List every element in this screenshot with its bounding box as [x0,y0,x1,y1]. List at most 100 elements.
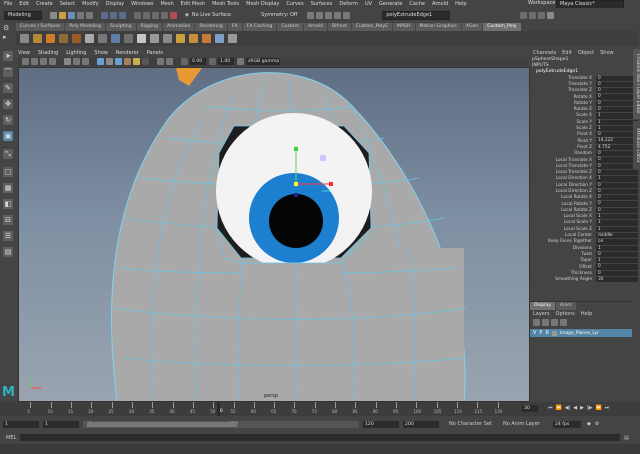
shelf-reduce-icon[interactable] [189,34,198,43]
time-slider[interactable]: 5 10 15 20 25 30 35 40 45 50 55 60 65 70 75 80 85 90 95 100… [0,402,640,416]
shelf-tab-xgen[interactable]: XGen [461,23,483,31]
layer-name[interactable]: Image_Planes_Lyr [560,331,599,336]
hypershade-icon[interactable] [343,11,351,19]
attribute-row[interactable]: Rotate X0 [530,94,640,100]
attribute-value[interactable]: 1 [596,226,638,232]
anim-prefs-icon[interactable]: ⚙ [595,421,599,427]
attribute-value[interactable]: middle [596,232,638,239]
menu-deform[interactable]: Deform [339,1,358,7]
attribute-row[interactable]: Local Direction Z0 [530,188,640,195]
layer-menu-options[interactable]: Options [556,311,575,317]
attribute-value[interactable]: 1 [596,245,638,251]
attribute-label[interactable]: Taper [530,258,596,263]
side-tab-channel-box[interactable]: Channel Box / Layer Editor [633,49,640,119]
attribute-value[interactable]: 0 [596,106,638,113]
attribute-label[interactable]: Translate Y [530,82,596,87]
snap-curve-icon[interactable] [143,11,150,19]
range-slider[interactable]: 1 120 [83,420,359,428]
move-layer-down-icon[interactable] [542,319,549,326]
menu-curves[interactable]: Curves [286,1,303,7]
attribute-label[interactable]: Local Scale Y [530,220,596,225]
attribute-row[interactable]: Pivot Z 4.752 [530,144,640,151]
menu-mesh-tools[interactable]: Mesh Tools [212,1,239,7]
shelf-tab-arnold[interactable]: Arnold [304,23,327,31]
channel-menu-show[interactable]: Show [600,50,614,56]
last-tool-icon[interactable]: ⤡ [3,149,13,159]
attribute-label[interactable]: Scale Y [530,120,596,125]
attribute-value[interactable]: 0 [596,157,638,163]
playback-end-field[interactable]: 120 [363,420,399,428]
current-frame-field[interactable]: 30 [522,405,538,412]
auto-key-icon[interactable]: ◆ [587,421,591,427]
open-scene-icon[interactable] [59,11,66,19]
redo-icon[interactable] [86,11,93,19]
camera-select-icon[interactable] [22,58,29,65]
attribute-row[interactable]: Rotate Z0 [530,106,640,113]
attribute-row[interactable]: Local Scale X1 [530,214,640,220]
fps-dropdown[interactable]: 24 fps [553,420,581,428]
snap-point-icon[interactable] [152,11,159,19]
shadows-icon[interactable] [142,58,149,65]
menu-edit[interactable]: Edit [19,1,29,7]
shelf-tab-fx-caching[interactable]: FX Caching [242,23,277,31]
paint-select-icon[interactable]: ✎ [3,83,13,93]
attribute-label[interactable]: Local Translate Z [530,170,596,175]
attribute-editor-icon[interactable] [529,11,537,19]
attribute-label[interactable]: Local Rotate Y [530,202,596,207]
tab-anim[interactable]: Anim [555,302,576,310]
layer-row[interactable]: V P R Image_Planes_Lyr [530,329,632,337]
live-surface-icon[interactable]: ◈ [185,12,189,18]
lights-icon[interactable] [133,58,140,65]
character-set-dropdown[interactable]: No Character Set [449,421,497,427]
attribute-value[interactable]: 1 [596,220,638,226]
magnet-icon[interactable] [170,11,177,19]
panel-menu-panels[interactable]: Panels [147,50,163,56]
attribute-row[interactable]: Local Scale Z1 [530,226,640,232]
attribute-row[interactable]: Local Direction X1 [530,176,640,182]
attribute-row[interactable]: Divisions 1 [530,245,640,251]
attribute-label[interactable]: Rotate X [530,95,596,100]
channel-menu-object[interactable]: Object [578,50,594,56]
shelf-tab-custom-poly[interactable]: Custom_Poly [483,23,521,31]
attribute-row[interactable]: Local Rotate Y0 [530,201,640,207]
attribute-label[interactable]: Translate Z [530,88,596,93]
select-hierarchy-icon[interactable] [101,11,108,19]
attribute-label[interactable]: Pivot Y [530,139,596,144]
attribute-row[interactable]: Local Scale Y1 [530,220,640,226]
attribute-label[interactable]: Local Direction Y [530,183,596,188]
play-forward-icon[interactable]: ▶ [580,405,584,411]
textured-icon[interactable] [124,58,131,65]
undo-icon[interactable] [77,11,84,19]
channel-box-icon[interactable] [547,11,555,19]
attribute-row[interactable]: Offset 0 [530,264,640,270]
menu-arnold[interactable]: Arnold [432,1,448,7]
channel-menu-edit[interactable]: Edit [562,50,572,56]
shelf-bridge-icon[interactable] [33,34,42,43]
attribute-label[interactable]: Random [530,151,596,156]
script-editor-icon[interactable]: ▤ [624,435,629,441]
attribute-value[interactable]: 0 [596,94,638,100]
shelf-tab-animation[interactable]: Animation [162,23,195,31]
xray-icon[interactable] [157,58,164,65]
shelf-mirror-icon[interactable] [98,34,107,43]
attribute-row[interactable]: Thickness 0 [530,270,640,276]
menu-generate[interactable]: Generate [379,1,402,7]
playhead[interactable] [217,402,220,416]
attribute-value[interactable]: on [596,239,638,245]
attribute-value[interactable]: 0 [596,100,638,106]
attribute-label[interactable]: Local Scale Z [530,227,596,232]
attribute-label[interactable]: Local Rotate Z [530,208,596,213]
go-end-icon[interactable]: ⏭ [605,405,610,411]
attribute-value[interactable]: 14.222 [596,138,638,144]
start-time-field[interactable]: 1 [3,420,39,428]
shelf-tab-curves-surfaces[interactable]: Curves / Surfaces [16,23,65,31]
attribute-label[interactable]: Divisions [530,246,596,251]
shelf-bevel-icon[interactable] [46,34,55,43]
shelf-tab-rigging[interactable]: Rigging [136,23,162,31]
color-management-icon[interactable] [237,58,244,65]
attribute-label[interactable]: Local Translate X [530,158,596,163]
shelf-cleanup-icon[interactable] [202,34,211,43]
attribute-label[interactable]: Smoothing Angle [530,277,596,282]
attribute-label[interactable]: Local Rotate X [530,195,596,200]
select-object-icon[interactable] [110,11,117,19]
